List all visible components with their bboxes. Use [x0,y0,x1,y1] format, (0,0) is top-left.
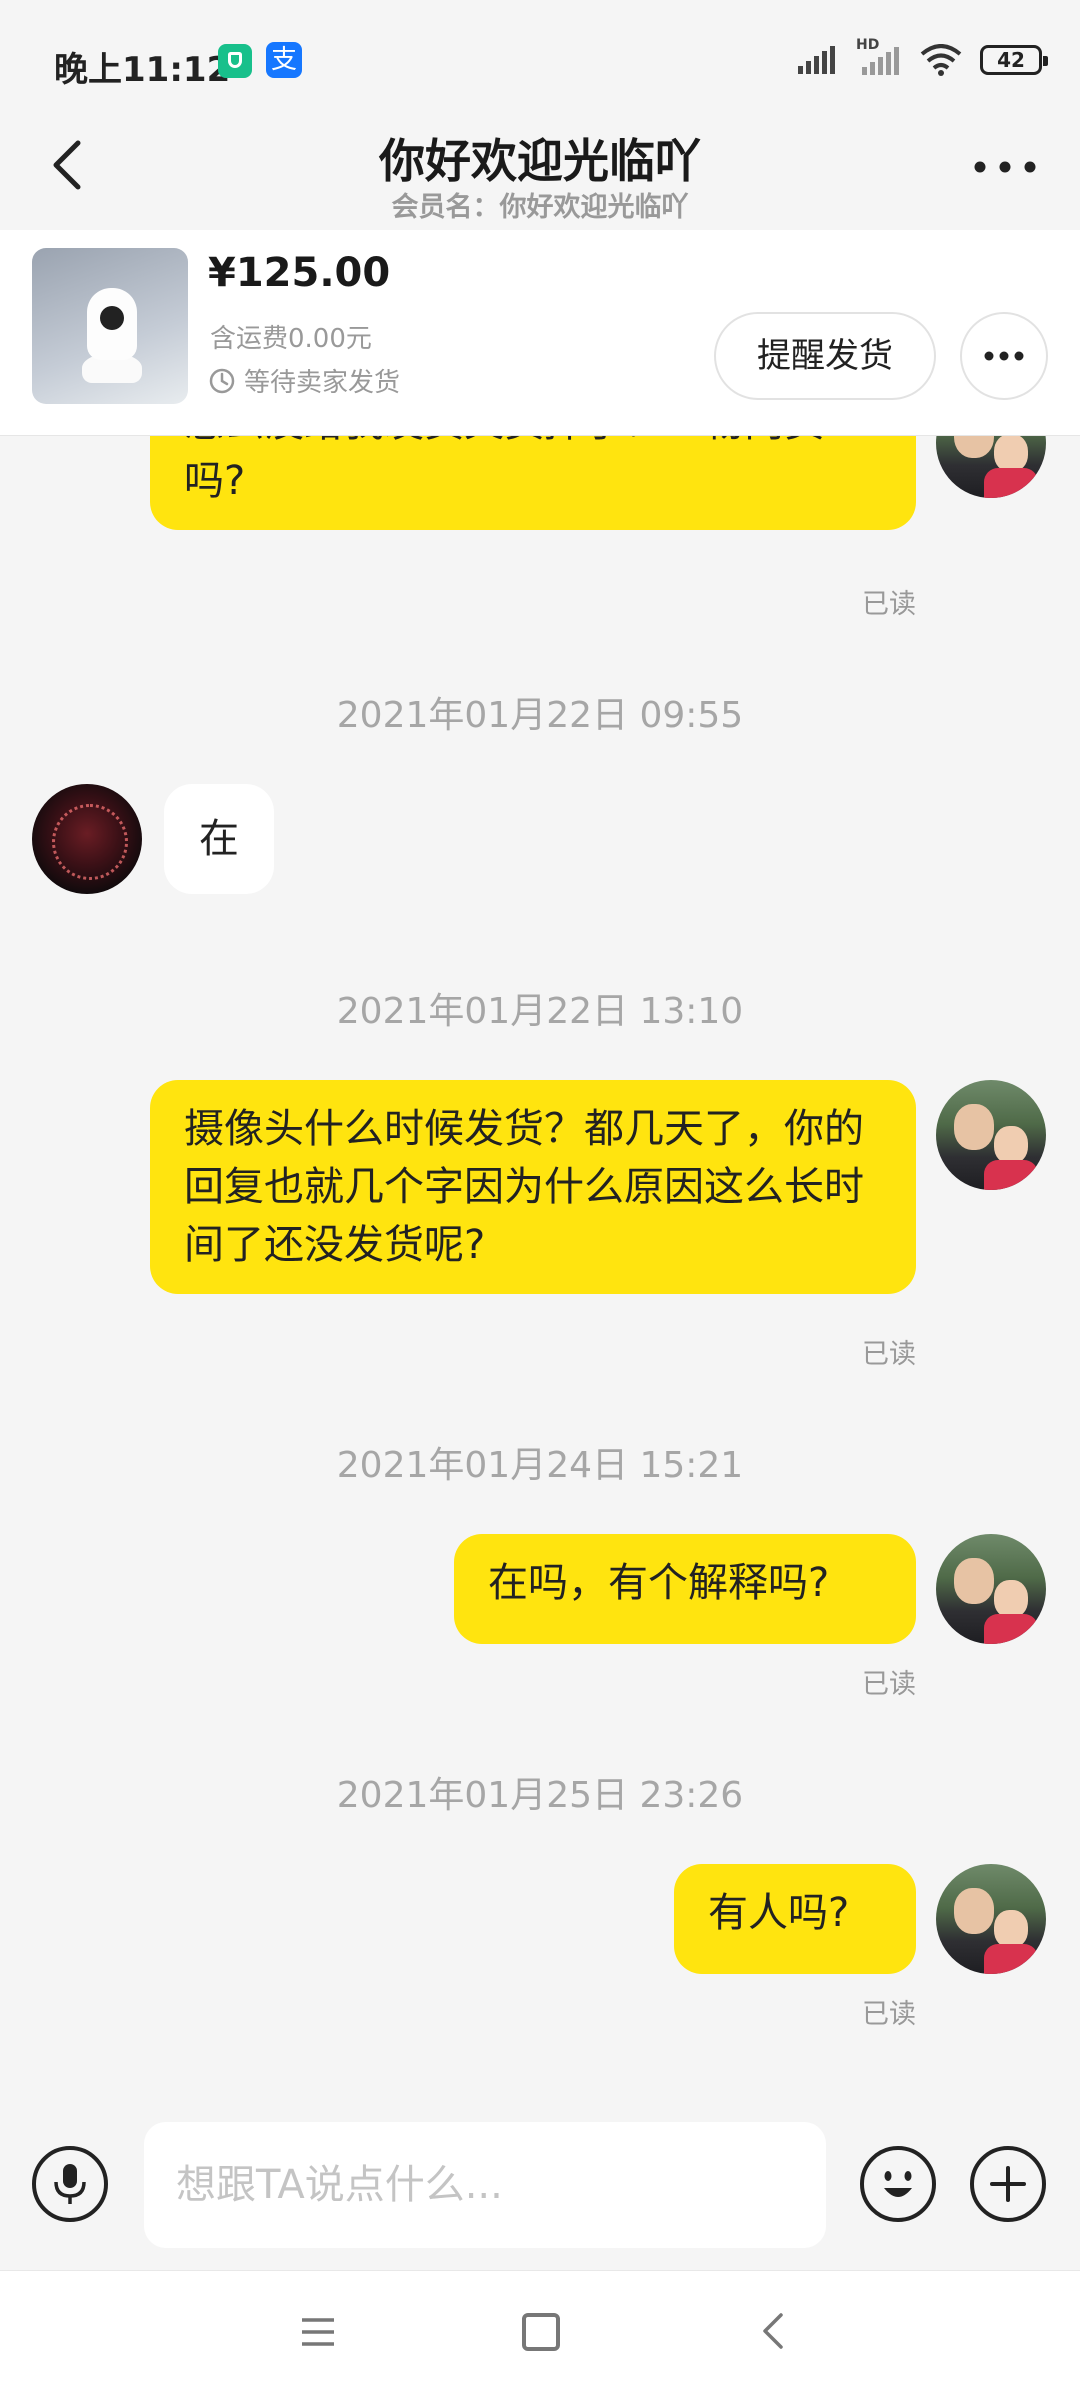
message-text: 摄像头什么时候发货？都几天了，你的回复也就几个字因为什么原因这么长时间了还没发货… [184,1106,864,1268]
wifi-icon [920,44,962,76]
order-card[interactable]: ¥125.00 含运费0.00元 等待卖家发货 提醒发货 [0,230,1080,436]
my-avatar[interactable] [936,1864,1046,1974]
message-timestamp: 2021年01月24日 15:21 [336,1445,744,1486]
member-name: 会员名：你好欢迎光临吖 [391,192,689,223]
message-bubble-me[interactable]: 有人吗? [674,1864,916,1974]
home-icon[interactable] [522,2313,560,2351]
hd-signal-icon: HD [856,37,902,75]
seller-avatar[interactable] [32,784,142,894]
product-price: ¥125.00 [208,250,391,296]
plus-icon[interactable] [970,2146,1046,2222]
read-receipt: 已读 [862,589,916,620]
status-bar: 晚上11:12 支 HD 42 [0,0,1080,125]
message-bubble-me[interactable]: 在吗，有个解释吗? [454,1534,916,1644]
read-receipt: 已读 [862,1669,916,1700]
my-avatar[interactable] [936,1080,1046,1190]
back-arrow-icon[interactable] [40,125,100,205]
message-text: 怎么没给我发货又卖掉了？一物两卖吗? [184,436,824,504]
signal-icon [798,46,835,74]
message-bubble-other[interactable]: 在 [164,784,274,894]
read-receipt: 已读 [862,1999,916,2030]
message-bubble-me[interactable]: 摄像头什么时候发货？都几天了，你的回复也就几个字因为什么原因这么长时间了还没发货… [150,1080,916,1294]
shipping-fee: 含运费0.00元 [210,324,372,354]
camera-lens [100,306,124,330]
microphone-icon[interactable] [32,2146,108,2222]
message-bubble-me[interactable]: 怎么没给我发货又卖掉了？一物两卖吗? [150,436,916,530]
order-status: 等待卖家发货 [208,362,400,399]
page-title: 你好欢迎光临吖 [379,134,701,188]
emoji-icon[interactable] [860,2146,936,2222]
more-dots-icon[interactable] [970,147,1040,187]
message-text: 有人吗? [708,1890,850,1936]
card-more-button[interactable] [960,312,1048,400]
message-timestamp: 2021年01月25日 23:26 [336,1775,744,1816]
nav-back-icon[interactable] [755,2311,795,2351]
message-text: 在吗，有个解释吗? [488,1560,830,1606]
order-status-label: 等待卖家发货 [244,368,401,398]
message-timestamp: 2021年01月22日 09:55 [336,695,744,736]
product-thumbnail[interactable] [32,248,188,404]
menu-icon[interactable] [300,2315,336,2349]
chat-header: 你好欢迎光临吖 会员名：你好欢迎光临吖 [0,125,1080,230]
input-bar [0,2096,1080,2270]
security-app-icon [218,44,252,78]
system-nav-bar [0,2270,1080,2401]
chat-messages[interactable]: 怎么没给我发货又卖掉了？一物两卖吗? 已读 2021年01月22日 09:55 … [0,436,1080,2096]
my-avatar[interactable] [936,436,1046,498]
battery-icon: 42 [980,45,1048,75]
message-input[interactable] [144,2122,826,2248]
message-timestamp: 2021年01月22日 13:10 [336,991,744,1032]
my-avatar[interactable] [936,1534,1046,1644]
clock-icon [209,368,235,393]
status-icons: HD 42 [798,37,1048,80]
more-dots-icon [984,351,1024,361]
read-receipt: 已读 [862,1339,916,1370]
alipay-icon: 支 [266,42,302,78]
status-time: 晚上11:12 [54,50,231,90]
message-text: 在 [199,816,239,862]
remind-ship-button[interactable]: 提醒发货 [714,312,936,400]
